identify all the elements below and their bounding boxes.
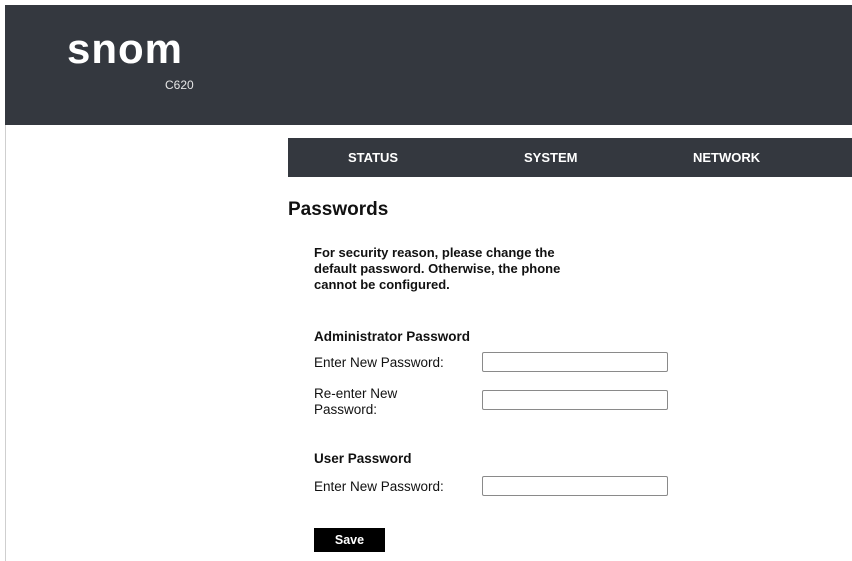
device-model-label: C620 <box>165 78 194 92</box>
admin-reenter-password-input[interactable] <box>482 390 668 410</box>
admin-password-section-title: Administrator Password <box>314 329 471 344</box>
user-new-password-input[interactable] <box>482 476 668 496</box>
page-title: Passwords <box>288 199 389 220</box>
admin-new-password-input[interactable] <box>482 352 668 372</box>
user-password-section-title: User Password <box>314 451 412 466</box>
user-new-password-label: Enter New Password: <box>314 479 444 494</box>
save-button[interactable]: Save <box>314 528 385 552</box>
admin-reenter-password-label: Re-enter New Password: <box>314 386 398 417</box>
security-notice: For security reason, please change the d… <box>314 245 561 292</box>
app-header: snom C620 <box>5 5 852 125</box>
nav-status[interactable]: STATUS <box>348 138 398 177</box>
left-divider <box>5 125 6 561</box>
snom-logo: snom <box>67 25 184 72</box>
nav-system[interactable]: SYSTEM <box>524 138 577 177</box>
nav-network[interactable]: NETWORK <box>693 138 760 177</box>
main-nav: STATUS SYSTEM NETWORK <box>288 138 852 177</box>
admin-new-password-label: Enter New Password: <box>314 355 444 370</box>
